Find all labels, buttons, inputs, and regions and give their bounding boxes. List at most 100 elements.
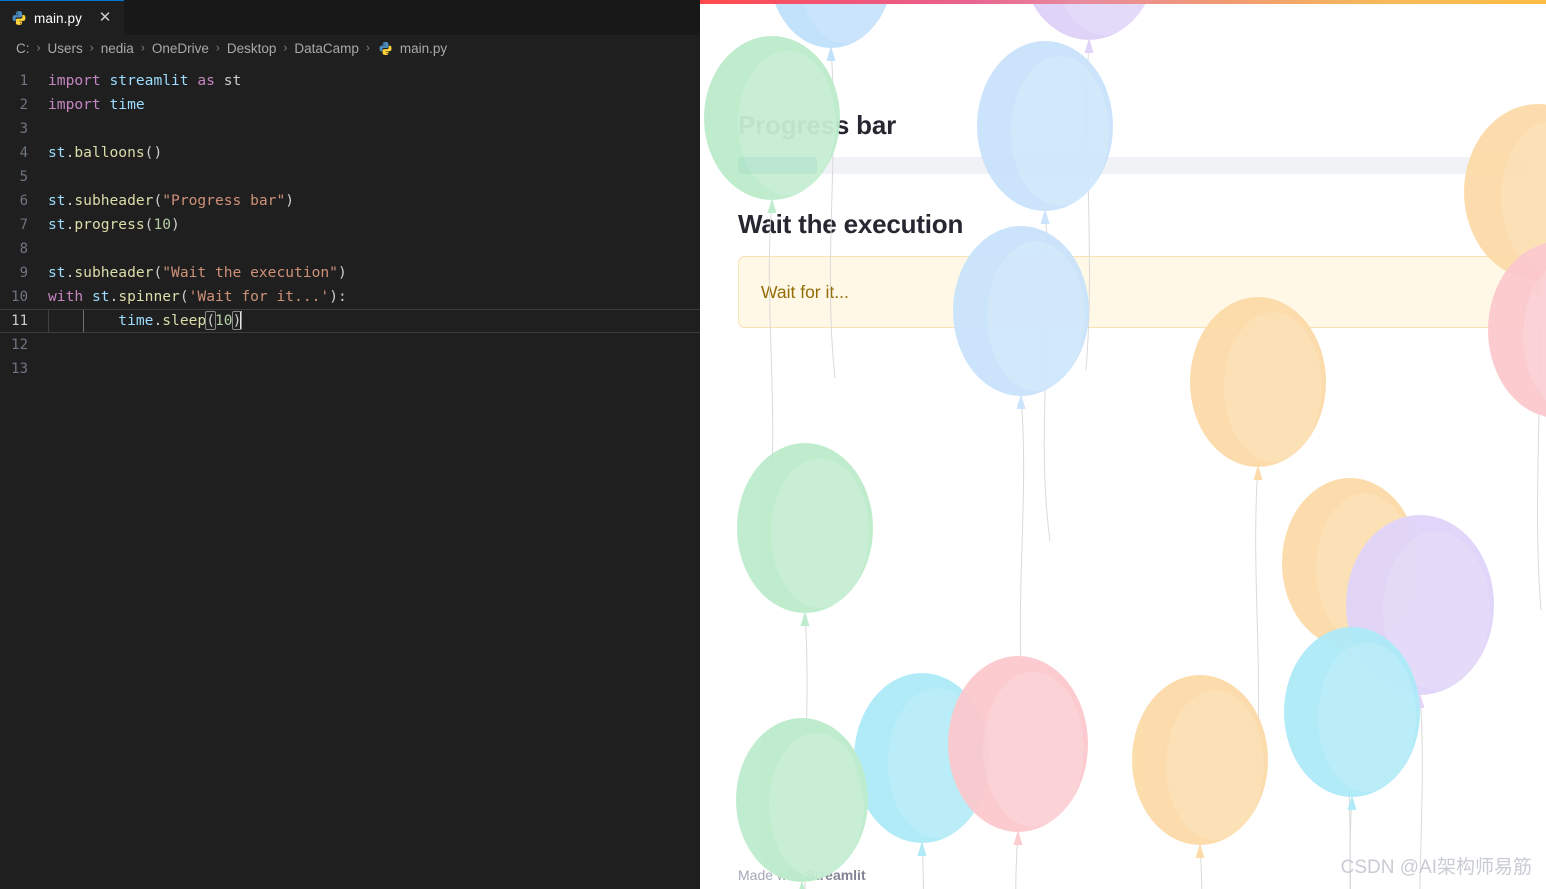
code-line[interactable]: 2 import time <box>0 93 700 117</box>
code-line[interactable]: 12 <box>0 333 700 357</box>
code-token: ( <box>153 264 163 281</box>
balloon-highlight <box>1224 312 1322 462</box>
line-number: 11 <box>11 313 28 329</box>
line-number: 1 <box>19 73 28 89</box>
breadcrumb-item-5[interactable]: DataCamp <box>292 41 361 56</box>
subheader-progress-bar: Progress bar <box>738 110 897 140</box>
line-number: 7 <box>19 217 28 233</box>
balloon-body <box>1346 515 1494 695</box>
chevron-right-icon: › <box>89 40 94 55</box>
screen-root: main.py ✕ C: › Users › nedia › OneDrive … <box>0 0 1546 889</box>
balloon-knot <box>1347 795 1357 810</box>
balloon-knot <box>1016 394 1026 409</box>
breadcrumb-item-2[interactable]: nedia <box>99 41 136 56</box>
code-token: streamlit <box>109 72 189 89</box>
close-icon[interactable]: ✕ <box>97 10 113 26</box>
code-editor[interactable]: 1 import streamlit as st 2 import time 3 4 st.… <box>0 61 700 381</box>
breadcrumb-item-4[interactable]: Desktop <box>225 41 279 56</box>
python-file-icon <box>378 41 393 56</box>
footer-made-with-label: Made with <box>738 867 806 883</box>
balloon-body <box>1132 675 1268 845</box>
breadcrumb: C: › Users › nedia › OneDrive › Desktop … <box>0 35 700 61</box>
balloon-knot <box>1533 278 1543 293</box>
code-line[interactable]: 9 st.subheader("Wait the execution") <box>0 261 700 285</box>
code-token: import <box>48 72 101 89</box>
code-line-text: st.balloons() <box>48 141 700 165</box>
balloon-string <box>1253 466 1260 798</box>
code-token: ) <box>329 288 339 305</box>
balloon-highlight <box>771 458 869 608</box>
code-line[interactable]: 6 st.subheader("Progress bar") <box>0 189 700 213</box>
code-token: . <box>109 288 119 305</box>
streamlit-footer: Made with Streamlit <box>738 867 866 883</box>
code-line[interactable]: 1 import streamlit as st <box>0 69 700 93</box>
balloon-highlight <box>1316 493 1414 643</box>
code-line-text: time.sleep(10) <box>48 309 700 333</box>
breadcrumb-item-1[interactable]: Users <box>46 41 85 56</box>
balloon-highlight <box>1166 690 1264 840</box>
chevron-right-icon: › <box>365 40 370 55</box>
code-token: ) <box>337 264 347 281</box>
balloon-knot <box>1253 465 1263 480</box>
progress-bar-fill <box>738 157 817 175</box>
spinner-message: Wait for it... <box>761 281 849 302</box>
balloon-body <box>737 443 873 613</box>
line-number: 3 <box>19 121 28 137</box>
code-token: progress <box>74 216 145 233</box>
balloon-highlight <box>983 671 1084 827</box>
code-token: ) <box>171 216 180 233</box>
code-token: sleep <box>162 312 207 329</box>
code-line[interactable]: 8 <box>0 237 700 261</box>
code-line-text: st.subheader("Wait the execution") <box>48 261 700 285</box>
balloon-string <box>801 881 803 889</box>
python-file-icon <box>11 10 27 26</box>
subheader-wait-execution: Wait the execution <box>738 209 964 240</box>
chevron-right-icon: › <box>140 40 145 55</box>
code-line[interactable]: 10 with st.spinner('Wait for it...'): <box>0 285 700 309</box>
code-token: import <box>48 96 101 113</box>
code-token: () <box>144 144 163 161</box>
code-token: 10 <box>214 312 233 329</box>
breadcrumb-item-3[interactable]: OneDrive <box>150 41 211 56</box>
balloon-highlight <box>769 732 865 878</box>
balloon-knot <box>1013 830 1023 845</box>
balloon-string <box>1019 395 1026 727</box>
balloon <box>1284 627 1420 889</box>
chevron-right-icon: › <box>36 40 41 55</box>
code-token: ) <box>285 192 295 209</box>
chevron-right-icon: › <box>283 40 288 55</box>
footer-streamlit-link[interactable]: Streamlit <box>806 867 866 883</box>
balloon-body <box>736 718 868 882</box>
code-line-text: import streamlit as st <box>48 69 700 93</box>
code-token: "Progress bar" <box>162 192 286 209</box>
balloon <box>1190 297 1326 798</box>
editor-tab-bar: main.py ✕ <box>0 0 700 35</box>
code-line[interactable]: 13 <box>0 357 700 381</box>
balloon-string <box>1199 844 1203 889</box>
editor-tab-main-py[interactable]: main.py ✕ <box>0 0 124 35</box>
balloon-knot <box>1415 693 1425 708</box>
code-token: subheader <box>74 192 154 209</box>
code-line[interactable]: 3 <box>0 117 700 141</box>
code-line[interactable]: 7 st.progress(10) <box>0 213 700 237</box>
balloon-string <box>1015 831 1019 889</box>
tab-bar-empty-space <box>123 0 700 35</box>
balloon-highlight <box>888 688 986 838</box>
code-line[interactable]: 11 time.sleep(10) <box>0 309 700 333</box>
code-token: ( <box>153 192 163 209</box>
code-line[interactable]: 4 st.balloons() <box>0 141 700 165</box>
balloon-knot <box>1195 843 1205 858</box>
code-line[interactable]: 5 <box>0 165 700 189</box>
code-token: st <box>48 264 66 281</box>
code-token: time <box>118 312 154 329</box>
balloon <box>1282 478 1418 889</box>
balloon-highlight <box>1523 270 1546 401</box>
line-number: 6 <box>19 193 28 209</box>
balloon-body <box>854 673 990 843</box>
code-line-text: st.subheader("Progress bar") <box>48 189 700 213</box>
breadcrumb-item-0[interactable]: C: <box>14 41 32 56</box>
breadcrumb-item-6[interactable]: main.py <box>398 41 449 56</box>
progress-bar <box>738 157 1524 175</box>
